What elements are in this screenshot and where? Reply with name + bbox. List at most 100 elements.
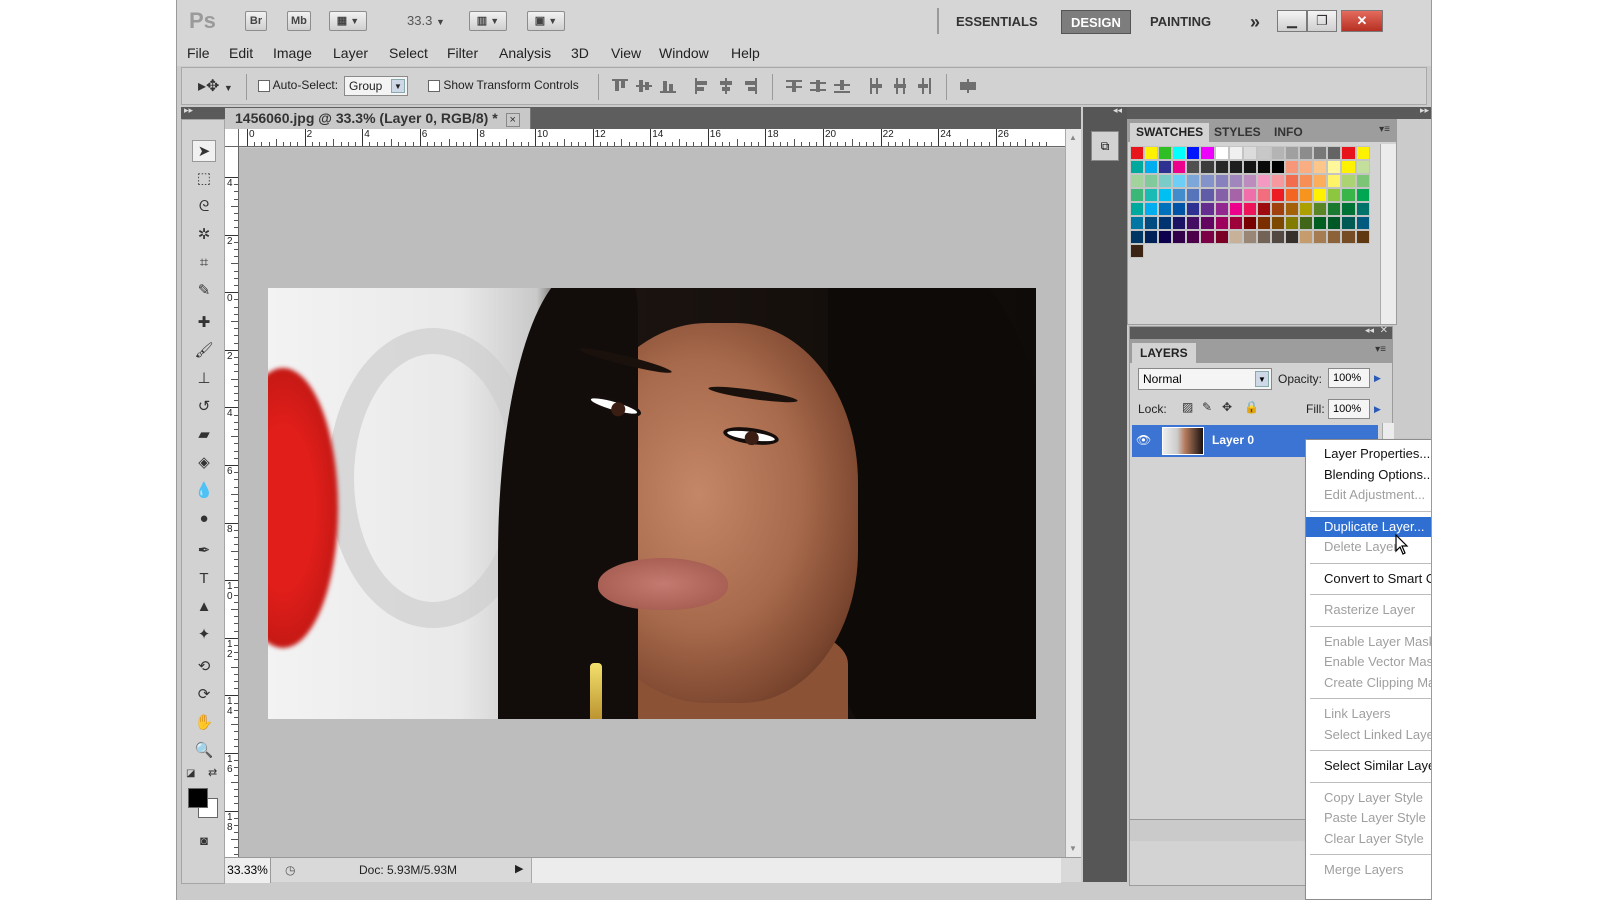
color-swatch[interactable] [1313, 202, 1328, 216]
move-tool-preset-icon[interactable]: ▸✥ ▼ [198, 76, 233, 96]
color-swatch[interactable] [1214, 174, 1229, 188]
toolbox-header[interactable]: ▸▸ [181, 105, 225, 119]
auto-select-checkbox[interactable]: Auto-Select: [258, 78, 338, 92]
zoom-level-select[interactable]: 33.3 ▼ [407, 13, 445, 28]
menu-item-convert-to-smart-object[interactable]: Convert to Smart Object [1306, 569, 1431, 589]
distribute-vertical-center-icon[interactable] [810, 78, 826, 94]
color-swatch[interactable] [1270, 174, 1286, 188]
document-tab[interactable]: 1456060.jpg @ 33.3% (Layer 0, RGB/8) * × [225, 108, 531, 129]
horizontal-ruler[interactable]: 0 2 4 6 8 10 12 14 16 18 20 22 24 26 [239, 129, 1065, 147]
align-bottom-icon[interactable] [660, 78, 676, 94]
clone-stamp-tool-icon[interactable]: ⊥ [192, 368, 216, 390]
color-swatch[interactable] [1130, 160, 1145, 174]
close-icon[interactable]: × [505, 113, 520, 127]
eyedropper-tool-icon[interactable]: ✎ [192, 280, 216, 302]
color-swatch[interactable] [1158, 202, 1173, 216]
color-swatch[interactable] [1299, 202, 1314, 216]
color-swatch[interactable] [1144, 188, 1159, 202]
color-swatch[interactable] [1327, 216, 1342, 230]
color-swatch[interactable] [1172, 230, 1187, 244]
color-swatch[interactable] [1228, 188, 1243, 202]
color-swatch[interactable] [1228, 174, 1243, 188]
color-swatch[interactable] [1130, 174, 1145, 188]
blend-mode-select[interactable]: Normal ▼ [1138, 368, 1272, 390]
status-menu-arrow-icon[interactable]: ▶ [515, 862, 523, 875]
color-swatch[interactable] [1285, 174, 1300, 188]
color-swatch[interactable] [1285, 160, 1300, 174]
color-swatch[interactable] [1158, 174, 1173, 188]
color-swatch[interactable] [1256, 174, 1271, 188]
panel-menu-icon[interactable]: ▾≡ [1375, 344, 1386, 355]
color-swatch[interactable] [1270, 188, 1286, 202]
visibility-eye-icon[interactable]: 👁 [1136, 433, 1152, 447]
menu-select[interactable]: Select [389, 45, 428, 61]
color-swatch[interactable] [1285, 188, 1300, 202]
color-swatch[interactable] [1172, 188, 1187, 202]
transform-controls-checkbox[interactable]: Show Transform Controls [428, 78, 579, 92]
color-swatch[interactable] [1200, 216, 1215, 230]
crop-tool-icon[interactable]: ⌗ [192, 252, 216, 274]
color-swatch[interactable] [1327, 160, 1342, 174]
marquee-tool-icon[interactable]: ⬚ [192, 168, 216, 190]
color-swatch[interactable] [1285, 146, 1300, 160]
menu-item-blending-options[interactable]: Blending Options... [1306, 465, 1431, 485]
tab-styles[interactable]: STYLES [1208, 123, 1267, 142]
color-swatch[interactable] [1285, 230, 1300, 244]
auto-align-layers-icon[interactable] [960, 78, 976, 94]
scroll-up-icon[interactable]: ▲ [1069, 133, 1077, 142]
color-swatch[interactable] [1144, 174, 1159, 188]
distribute-right-icon[interactable] [916, 78, 932, 94]
align-vertical-center-icon[interactable] [636, 78, 652, 94]
scroll-down-icon[interactable]: ▼ [1069, 844, 1077, 853]
color-swatch[interactable] [1299, 146, 1314, 160]
document-image[interactable] [268, 288, 1036, 719]
fill-field[interactable]: 100% [1328, 399, 1370, 419]
vertical-ruler[interactable]: 42024681 01 21 41 61 8 [225, 147, 239, 857]
color-swatch[interactable] [1186, 160, 1201, 174]
canvas-area[interactable] [239, 148, 1065, 857]
color-swatch[interactable] [1256, 160, 1271, 174]
zoom-tool-icon[interactable]: 🔍 [192, 740, 216, 762]
color-swatch[interactable] [1270, 160, 1286, 174]
color-swatch[interactable] [1341, 202, 1356, 216]
opacity-slider-icon[interactable]: ▶ [1374, 368, 1386, 388]
distribute-bottom-icon[interactable] [834, 78, 850, 94]
color-swatch[interactable] [1172, 202, 1187, 216]
color-swatch[interactable] [1270, 230, 1286, 244]
color-swatch[interactable] [1186, 216, 1201, 230]
auto-select-mode-select[interactable]: Group ▼ [344, 76, 408, 96]
color-swatch[interactable] [1186, 174, 1201, 188]
3d-orbit-tool-icon[interactable]: ⟳ [192, 684, 216, 706]
color-swatch[interactable] [1242, 216, 1257, 230]
more-workspaces-icon[interactable]: » [1241, 10, 1269, 34]
zoom-percentage-field[interactable]: 33.33% [225, 858, 271, 883]
default-colors-icon[interactable]: ◪ [186, 768, 195, 779]
color-swatch[interactable] [1242, 160, 1257, 174]
foreground-color-swatch[interactable] [188, 788, 208, 808]
color-swatch[interactable] [1144, 216, 1159, 230]
color-swatch[interactable] [1242, 174, 1257, 188]
tab-layers[interactable]: LAYERS [1132, 343, 1196, 363]
color-swatch[interactable] [1228, 230, 1243, 244]
color-swatch[interactable] [1270, 202, 1286, 216]
distribute-top-icon[interactable] [786, 78, 802, 94]
color-swatch[interactable] [1172, 146, 1187, 160]
history-panel-icon[interactable]: ⧉ [1091, 131, 1119, 161]
color-swatch[interactable] [1341, 174, 1356, 188]
color-swatch[interactable] [1355, 230, 1370, 244]
color-swatch[interactable] [1158, 146, 1173, 160]
align-top-icon[interactable] [612, 78, 628, 94]
expand-panels-icon[interactable]: ▸▸ [1420, 105, 1429, 116]
align-left-icon[interactable] [694, 78, 710, 94]
color-swatch[interactable] [1144, 146, 1159, 160]
color-swatch[interactable] [1285, 202, 1300, 216]
color-swatch[interactable] [1200, 202, 1215, 216]
color-swatch[interactable] [1228, 146, 1243, 160]
color-swatch[interactable] [1214, 230, 1229, 244]
color-swatch[interactable] [1158, 160, 1173, 174]
ruler-origin[interactable] [225, 129, 239, 147]
brush-tool-icon[interactable]: 🖌 [192, 340, 216, 362]
lock-pixels-icon[interactable]: ✎ [1202, 400, 1212, 414]
color-swatch[interactable] [1327, 230, 1342, 244]
healing-brush-tool-icon[interactable]: ✚ [192, 312, 216, 334]
